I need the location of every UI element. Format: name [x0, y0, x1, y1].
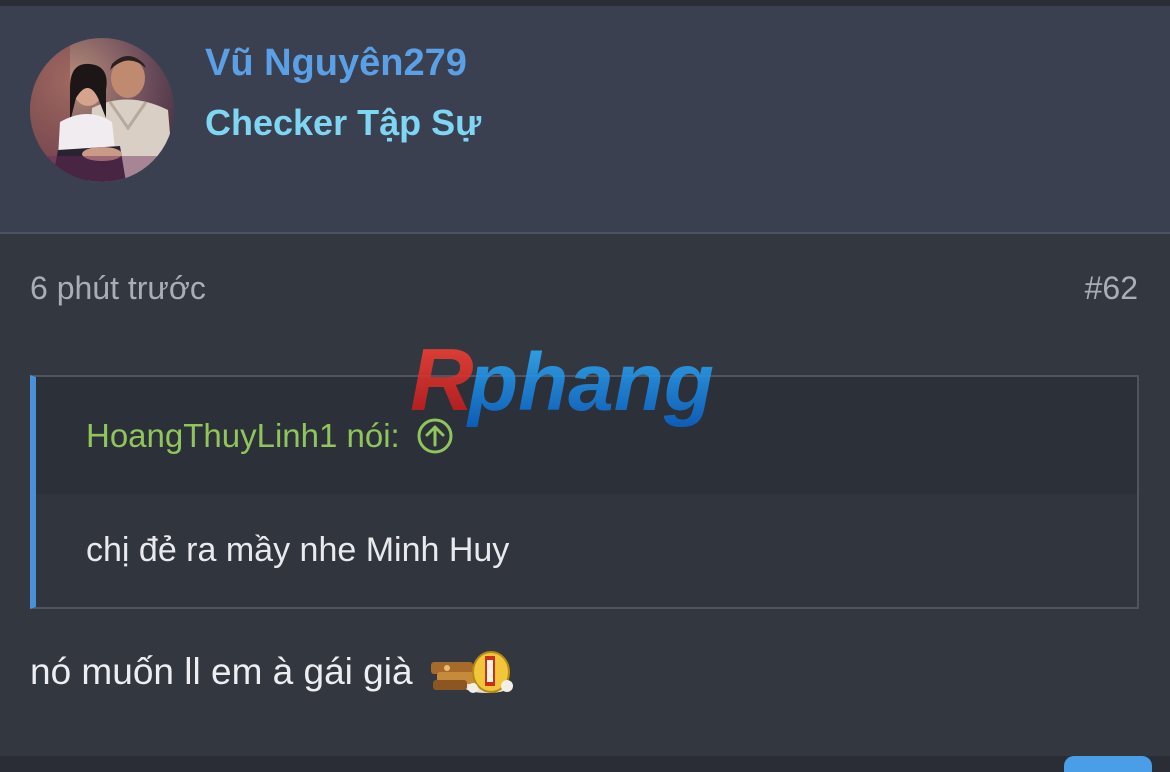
svg-text:phang: phang [466, 338, 714, 428]
post-number[interactable]: #62 [1085, 270, 1138, 307]
quote-author[interactable]: HoangThuyLinh1 nói: [86, 417, 454, 455]
money-emoticon-icon [427, 648, 517, 696]
quote-author-label: HoangThuyLinh1 nói: [86, 417, 400, 454]
reply-message: nó muốn ll em à gái già [30, 651, 413, 692]
quote-content: chị đẻ ra mầy nhe Minh Huy [86, 531, 510, 569]
bottom-divider [0, 756, 1170, 772]
post-timestamp[interactable]: 6 phút trước [30, 270, 206, 307]
watermark-logo: R phang [410, 330, 770, 438]
post-body: 6 phút trước #62 HoangThuyLinh1 nói: chị… [0, 234, 1170, 756]
reply-text: nó muốn ll em à gái già [30, 648, 517, 696]
floating-action-button[interactable] [1064, 756, 1152, 772]
username[interactable]: Vũ Nguyên279 [205, 42, 467, 85]
avatar[interactable] [30, 38, 174, 182]
post-container: Vũ Nguyên279 Checker Tập Sự 6 phút trước… [0, 0, 1170, 772]
user-header: Vũ Nguyên279 Checker Tập Sự [0, 6, 1170, 234]
user-rank-title: Checker Tập Sự [205, 102, 482, 143]
svg-text:R: R [410, 338, 474, 429]
